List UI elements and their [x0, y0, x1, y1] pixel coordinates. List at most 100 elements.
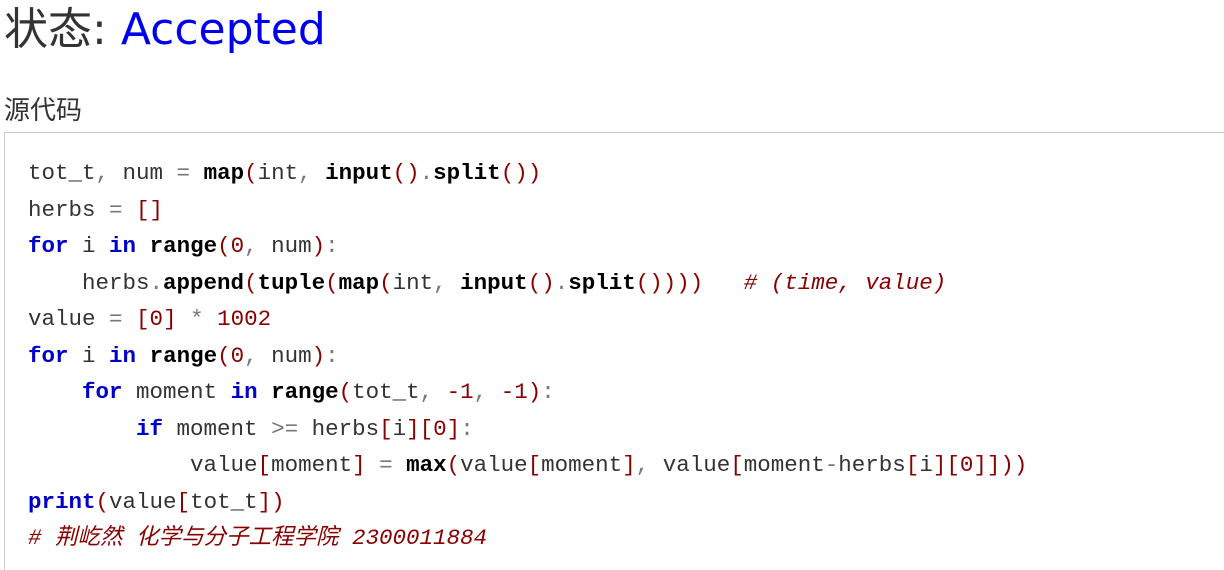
code-token: [: [730, 452, 744, 478]
code-token: [: [905, 452, 920, 478]
code-token: # 荆屹然 化学与分子工程学院 2300011884: [28, 525, 488, 551]
code-token: :: [325, 342, 339, 369]
code-token: i: [919, 452, 933, 478]
code-token: (: [325, 269, 339, 296]
code-token: range: [149, 233, 218, 259]
code-token: ]: [352, 452, 366, 478]
code-token: tot_t: [190, 488, 258, 515]
code-token: num: [122, 160, 177, 186]
code-token: -1: [446, 379, 474, 405]
code-token: # (time, value): [743, 269, 947, 296]
code-token: ,: [433, 269, 461, 296]
code-token: 0: [433, 415, 447, 442]
code-content[interactable]: tot_t, num = map(int, input().split()) he…: [28, 155, 1027, 557]
code-token: .: [554, 269, 569, 296]
code-token: 1002: [217, 306, 272, 332]
code-token: [: [379, 415, 393, 442]
code-token: (: [217, 233, 231, 259]
code-token: max: [406, 452, 447, 478]
code-token: herbs: [28, 196, 110, 223]
code-token: for: [28, 342, 69, 369]
code-token: [: [527, 452, 542, 478]
code-token: map: [203, 160, 245, 186]
code-token: *: [176, 306, 218, 332]
code-token: []: [136, 196, 164, 223]
code-token: ]): [257, 488, 285, 515]
code-token: 0: [149, 306, 164, 332]
code-token: (): [527, 269, 555, 296]
code-token: value: [109, 488, 177, 515]
code-token: moment: [271, 452, 353, 478]
code-token: value: [28, 452, 258, 478]
code-token: 0: [230, 233, 245, 259]
code-token: value: [28, 306, 110, 332]
code-token: split: [433, 160, 501, 186]
code-token: ]: [622, 452, 636, 478]
code-token: =: [109, 196, 137, 223]
code-token: if: [136, 415, 164, 442]
code-token: moment: [743, 452, 825, 478]
code-token: moment: [541, 452, 623, 478]
code-token: ][: [932, 452, 960, 478]
code-line: # 荆屹然 化学与分子工程学院 2300011884: [28, 520, 1027, 557]
status-label: 状态:: [4, 4, 121, 55]
code-token: ,: [244, 233, 272, 259]
code-token: tot_t: [28, 160, 96, 186]
code-token: in: [230, 379, 258, 405]
code-line: herbs = []: [28, 192, 1027, 229]
code-block[interactable]: tot_t, num = map(int, input().split()) he…: [4, 132, 1224, 570]
code-line: value = [0] * 1002: [28, 301, 1027, 338]
code-token: range: [271, 379, 339, 405]
status-value[interactable]: Accepted: [121, 4, 326, 55]
code-token: tuple: [257, 269, 326, 296]
code-token: ,: [298, 160, 326, 186]
code-token: moment: [122, 379, 231, 405]
code-token: int: [257, 160, 299, 186]
code-token: :: [325, 233, 339, 259]
code-token: herbs: [838, 452, 906, 478]
code-token: map: [338, 269, 380, 296]
code-token: 0: [959, 452, 974, 478]
code-token: range: [149, 342, 218, 369]
code-token: (: [95, 488, 110, 515]
code-line: tot_t, num = map(int, input().split()): [28, 155, 1027, 192]
code-line: value[moment] = max(value[moment], value…: [28, 447, 1027, 484]
code-line: print(value[tot_t]): [28, 484, 1027, 521]
code-line: for moment in range(tot_t, -1, -1):: [28, 374, 1027, 411]
code-token: (: [446, 452, 461, 478]
code-token: ,: [95, 160, 123, 186]
code-token: tot_t: [352, 379, 420, 405]
code-token: 0: [230, 342, 245, 369]
code-token: [: [176, 488, 191, 515]
status-line: 状态: Accepted: [4, 2, 326, 58]
code-line: if moment >= herbs[i][0]:: [28, 411, 1027, 448]
code-token: [: [257, 452, 272, 478]
code-token: (: [217, 342, 231, 369]
code-token: i: [68, 342, 110, 369]
code-token: for: [82, 379, 123, 405]
code-token: herbs: [311, 415, 380, 442]
code-token: append: [163, 269, 245, 296]
code-token: value: [662, 452, 731, 478]
code-token: value: [460, 452, 528, 478]
code-token: print: [28, 488, 96, 515]
code-token: (: [244, 269, 258, 296]
code-token: i: [68, 233, 110, 259]
code-token: i: [392, 415, 407, 442]
code-token: -: [824, 452, 839, 478]
code-token: for: [28, 233, 69, 259]
code-token: =: [176, 160, 204, 186]
code-token: split: [568, 269, 636, 296]
code-token: in: [109, 233, 137, 259]
code-token: ,: [473, 379, 501, 405]
code-token: .: [149, 269, 164, 296]
code-token: ]: [163, 306, 177, 332]
code-token: num: [271, 233, 312, 259]
code-token: ,: [244, 342, 272, 369]
code-token: >=: [271, 415, 312, 442]
